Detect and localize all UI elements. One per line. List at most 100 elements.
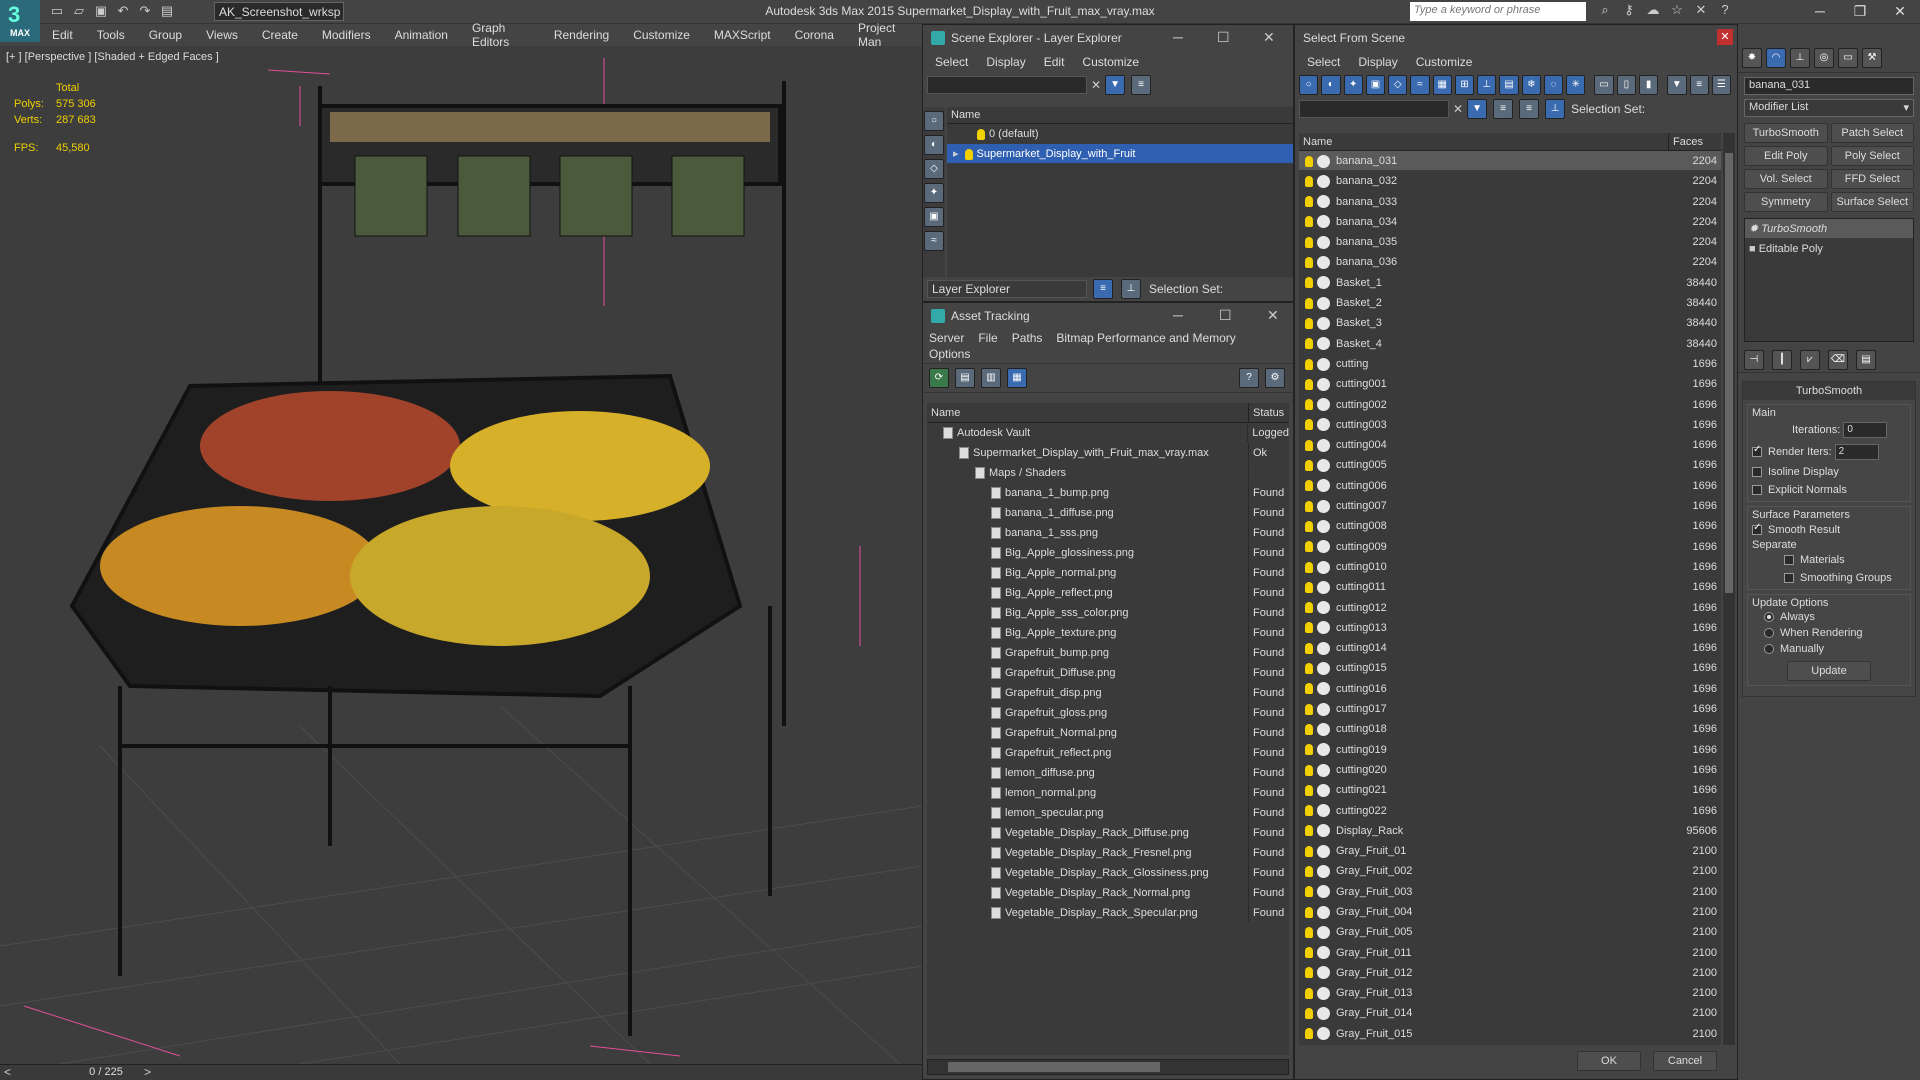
- modifier-button-patch-select[interactable]: Patch Select: [1830, 123, 1914, 143]
- scene-filter-input[interactable]: [927, 76, 1087, 94]
- iterations-spinner[interactable]: 0: [1843, 422, 1888, 438]
- menu-item-animation[interactable]: Animation: [383, 28, 460, 42]
- asset-row[interactable]: lemon_specular.png Found: [927, 803, 1289, 823]
- light-bulb-icon[interactable]: [977, 128, 985, 140]
- light-bulb-icon[interactable]: [1305, 297, 1313, 309]
- menu-item-tools[interactable]: Tools: [85, 28, 137, 42]
- layer-tree-header[interactable]: Name: [947, 107, 1293, 124]
- asset-row[interactable]: Grapefruit_Diffuse.png Found: [927, 663, 1289, 683]
- light-bulb-icon[interactable]: [1305, 1008, 1313, 1020]
- object-row[interactable]: cutting014 1696: [1299, 638, 1721, 659]
- remove-modifier-icon[interactable]: ⌫: [1828, 350, 1848, 370]
- object-vscrollbar[interactable]: [1723, 133, 1735, 1045]
- light-bulb-icon[interactable]: [1305, 622, 1313, 634]
- key-icon[interactable]: ⚷: [1620, 2, 1638, 18]
- pin-stack-icon[interactable]: ⊣: [1744, 350, 1764, 370]
- menu-item-select[interactable]: Select: [1307, 55, 1340, 69]
- app-logo[interactable]: 3 MAX: [0, 0, 40, 42]
- motion-tab-icon[interactable]: ◎: [1814, 48, 1834, 68]
- scroll-thumb[interactable]: [948, 1062, 1160, 1072]
- explorer-mode-select[interactable]: Layer Explorer: [927, 280, 1087, 298]
- modifier-button-edit-poly[interactable]: Edit Poly: [1744, 146, 1828, 166]
- hierarchy-icon[interactable]: ⊥: [1545, 99, 1566, 119]
- modifier-button-vol-select[interactable]: Vol. Select: [1744, 169, 1828, 189]
- prev-frame-icon[interactable]: <: [4, 1065, 11, 1079]
- object-row[interactable]: Basket_3 38440: [1299, 313, 1721, 334]
- smooth-result-checkbox[interactable]: [1752, 522, 1762, 536]
- table-icon[interactable]: ▦: [1007, 368, 1027, 388]
- col-status[interactable]: Status: [1249, 403, 1289, 422]
- select-filter-input[interactable]: [1299, 100, 1449, 118]
- hierarchy-icon[interactable]: ⊥: [1121, 279, 1141, 299]
- object-row[interactable]: cutting002 1696: [1299, 395, 1721, 415]
- light-bulb-icon[interactable]: [1305, 642, 1313, 654]
- undo-icon[interactable]: ↶: [114, 3, 132, 19]
- object-row[interactable]: Basket_1 38440: [1299, 273, 1721, 294]
- light-bulb-icon[interactable]: [1305, 358, 1313, 370]
- light-bulb-icon[interactable]: [1305, 480, 1313, 492]
- perspective-viewport[interactable]: [+ ] [Perspective ] [Shaded + Edged Face…: [0, 46, 922, 1064]
- refresh-icon[interactable]: ⟳: [929, 368, 949, 388]
- object-row[interactable]: cutting019 1696: [1299, 740, 1721, 760]
- help-icon[interactable]: ?: [1716, 2, 1734, 18]
- expand-arrow-icon[interactable]: ▸: [953, 148, 959, 160]
- light-bulb-icon[interactable]: [1305, 602, 1313, 614]
- display-geometry-icon[interactable]: ◐: [924, 135, 944, 155]
- display-tab-icon[interactable]: ▭: [1838, 48, 1858, 68]
- light-bulb-icon[interactable]: [1305, 581, 1313, 593]
- object-row[interactable]: cutting008 1696: [1299, 516, 1721, 537]
- show-end-result-icon[interactable]: ┃: [1772, 350, 1792, 370]
- light-bulb-icon[interactable]: [1305, 561, 1313, 573]
- menu-item-server[interactable]: Server: [929, 331, 964, 345]
- object-row[interactable]: cutting010 1696: [1299, 557, 1721, 578]
- find-case-icon[interactable]: ≡: [1493, 99, 1514, 119]
- maximize-icon[interactable]: ☐: [1217, 29, 1230, 46]
- object-row[interactable]: banana_036 2204: [1299, 252, 1721, 273]
- stack-item-editable-poly[interactable]: ■ Editable Poly: [1745, 239, 1913, 259]
- asset-row[interactable]: Big_Apple_normal.png Found: [927, 563, 1289, 583]
- rollout-header[interactable]: TurboSmooth: [1743, 382, 1915, 400]
- maximize-icon[interactable]: ☐: [1219, 307, 1232, 324]
- asset-options-menu[interactable]: Options: [923, 347, 1293, 363]
- light-bulb-icon[interactable]: [1305, 1028, 1313, 1040]
- make-unique-icon[interactable]: ⩗: [1800, 350, 1820, 370]
- filter-bones-icon[interactable]: ⊥: [1477, 75, 1497, 95]
- asset-row[interactable]: Vegetable_Display_Rack_Normal.png Found: [927, 883, 1289, 903]
- light-bulb-icon[interactable]: [1305, 784, 1313, 796]
- star-icon[interactable]: ☆: [1668, 2, 1686, 18]
- object-row[interactable]: Gray_Fruit_015 2100: [1299, 1024, 1721, 1045]
- light-bulb-icon[interactable]: [1305, 723, 1313, 735]
- menu-item-project-man[interactable]: Project Man: [846, 21, 920, 49]
- time-slider[interactable]: < 0 / 225 >: [0, 1064, 922, 1080]
- light-bulb-icon[interactable]: [1305, 338, 1313, 350]
- menu-item-corona[interactable]: Corona: [783, 28, 846, 42]
- object-row[interactable]: Gray_Fruit_012 2100: [1299, 963, 1721, 984]
- menu-item-edit[interactable]: Edit: [40, 28, 85, 42]
- ok-button[interactable]: OK: [1577, 1051, 1641, 1071]
- col-faces[interactable]: Faces: [1669, 133, 1721, 150]
- menu-item-paths[interactable]: Paths: [1012, 331, 1043, 345]
- light-bulb-icon[interactable]: [1305, 825, 1313, 837]
- light-bulb-icon[interactable]: [1305, 967, 1313, 979]
- menu-item-group[interactable]: Group: [137, 28, 194, 42]
- asset-row[interactable]: Maps / Shaders: [927, 463, 1289, 483]
- object-row[interactable]: cutting016 1696: [1299, 679, 1721, 700]
- filter-cameras-icon[interactable]: ▣: [1365, 75, 1386, 95]
- always-radio[interactable]: [1764, 612, 1774, 623]
- object-row[interactable]: cutting 1696: [1299, 354, 1721, 375]
- next-frame-icon[interactable]: >: [144, 1065, 151, 1079]
- menu-item-customize[interactable]: Customize: [1082, 55, 1139, 69]
- layer-row[interactable]: 0 (default): [947, 124, 1293, 144]
- object-row[interactable]: banana_032 2204: [1299, 171, 1721, 192]
- asset-tracking-titlebar[interactable]: Asset Tracking ─ ☐ ✕: [923, 303, 1293, 329]
- object-row[interactable]: Gray_Fruit_002 2100: [1299, 861, 1721, 882]
- light-bulb-icon[interactable]: [1305, 277, 1313, 289]
- filter-frozen-icon[interactable]: ❄: [1521, 75, 1541, 95]
- asset-row[interactable]: Big_Apple_sss_color.png Found: [927, 603, 1289, 623]
- redo-icon[interactable]: ↷: [136, 3, 154, 19]
- object-row[interactable]: cutting005 1696: [1299, 455, 1721, 476]
- asset-row[interactable]: Autodesk Vault Logged: [927, 423, 1289, 443]
- modifier-button-poly-select[interactable]: Poly Select: [1830, 146, 1914, 166]
- display-none-icon[interactable]: ○: [924, 111, 944, 131]
- asset-row[interactable]: Grapefruit_bump.png Found: [927, 643, 1289, 663]
